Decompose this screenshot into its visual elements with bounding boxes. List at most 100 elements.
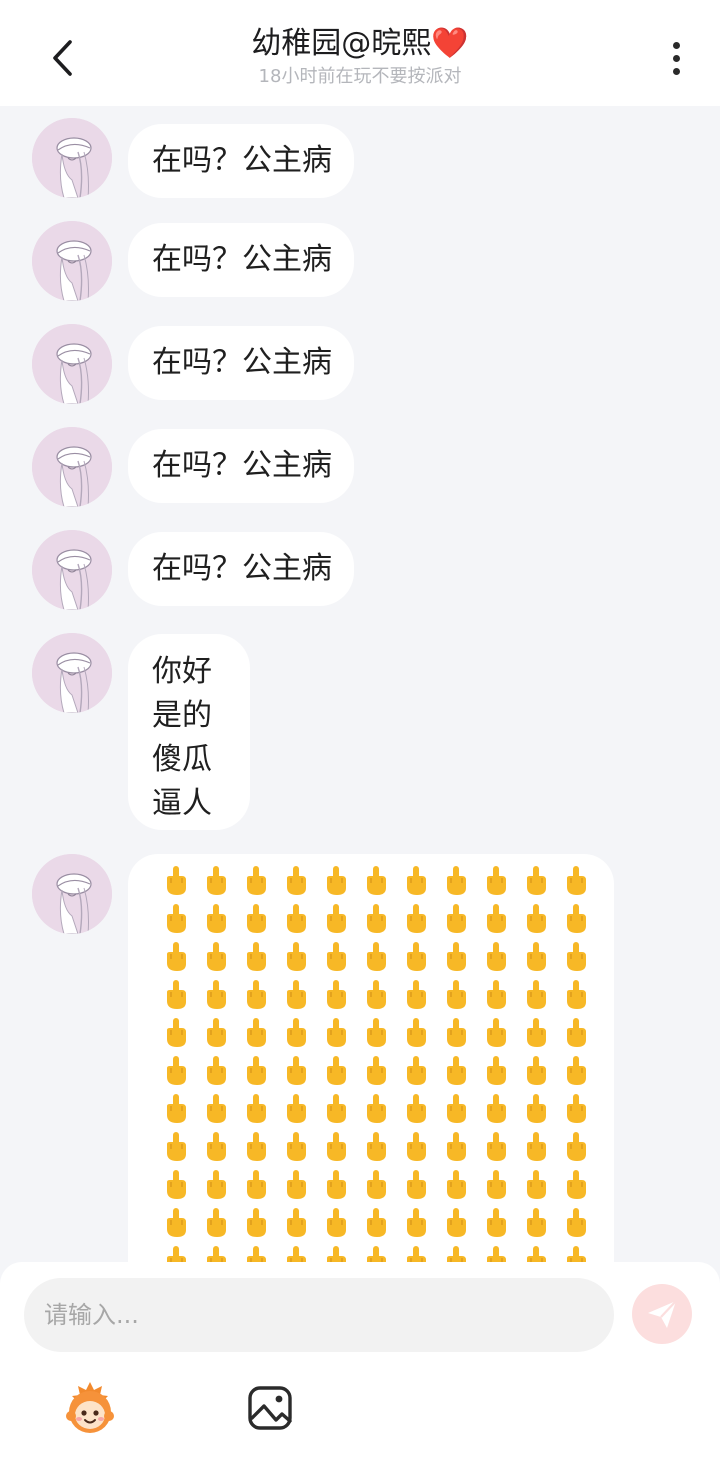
middle-finger-emoji: [196, 1128, 236, 1166]
middle-finger-emoji: [196, 938, 236, 976]
more-dots-icon: [672, 41, 680, 49]
send-button[interactable]: [632, 1284, 692, 1344]
middle-finger-emoji: [236, 900, 276, 938]
middle-finger-emoji: [276, 938, 316, 976]
middle-finger-emoji: [476, 1052, 516, 1090]
avatar-portrait-icon: [32, 221, 112, 301]
middle-finger-emoji: [316, 938, 356, 976]
middle-finger-emoji: [276, 900, 316, 938]
middle-finger-emoji: [516, 900, 556, 938]
middle-finger-emoji: [156, 1090, 196, 1128]
middle-finger-emoji: [436, 1166, 476, 1204]
chat-header: 幼稚园@晥熙❤️ 18小时前在玩不要按派对: [0, 0, 720, 106]
emoji-message-bubble: [128, 854, 614, 1266]
middle-finger-emoji: [316, 1166, 356, 1204]
middle-finger-emoji: [156, 976, 196, 1014]
middle-finger-emoji: [436, 976, 476, 1014]
middle-finger-emoji: [276, 862, 316, 900]
middle-finger-emoji: [236, 1014, 276, 1052]
middle-finger-emoji: [556, 900, 596, 938]
message-line: 傻瓜: [152, 742, 212, 777]
middle-finger-emoji: [436, 900, 476, 938]
chat-title-block: 幼稚园@晥熙❤️ 18小时前在玩不要按派对: [140, 24, 580, 90]
middle-finger-emoji: [156, 1128, 196, 1166]
middle-finger-emoji: [156, 938, 196, 976]
middle-finger-emoji: [316, 862, 356, 900]
more-options-button[interactable]: [660, 36, 692, 80]
image-icon: [248, 1386, 292, 1430]
middle-finger-emoji: [476, 900, 516, 938]
back-button[interactable]: [40, 34, 84, 82]
middle-finger-emoji: [516, 1128, 556, 1166]
middle-finger-emoji: [316, 900, 356, 938]
middle-finger-emoji: [436, 1090, 476, 1128]
message-list[interactable]: 在吗？公主病 在吗？公主病 在吗？公主病 在吗？公主病 在吗？公主病 你好 是的…: [0, 106, 720, 1266]
middle-finger-emoji: [476, 1090, 516, 1128]
avatar-portrait-icon: [32, 427, 112, 507]
middle-finger-emoji: [556, 1090, 596, 1128]
avatar[interactable]: [32, 854, 112, 934]
middle-finger-emoji: [236, 1204, 276, 1242]
sticker-button[interactable]: [60, 1378, 120, 1438]
middle-finger-emoji: [436, 1052, 476, 1090]
back-arrow-icon: [53, 40, 72, 76]
middle-finger-emoji: [476, 1166, 516, 1204]
avatar[interactable]: [32, 427, 112, 507]
middle-finger-emoji: [396, 1128, 436, 1166]
middle-finger-emoji: [516, 1090, 556, 1128]
middle-finger-emoji: [276, 1052, 316, 1090]
middle-finger-emoji: [396, 938, 436, 976]
middle-finger-emoji: [316, 1128, 356, 1166]
avatar-portrait-icon: [32, 118, 112, 198]
message-input[interactable]: [24, 1278, 614, 1352]
middle-finger-emoji: [396, 1052, 436, 1090]
middle-finger-emoji: [476, 976, 516, 1014]
message-line: 逼人: [152, 786, 212, 821]
avatar-portrait-icon: [32, 633, 112, 713]
middle-finger-emoji: [556, 1166, 596, 1204]
middle-finger-emoji: [556, 1128, 596, 1166]
middle-finger-emoji: [356, 1204, 396, 1242]
image-button[interactable]: [246, 1384, 294, 1432]
message-bubble-multiline: 你好 是的 傻瓜 逼人: [128, 634, 250, 830]
message-bubble: 在吗？公主病: [128, 223, 354, 297]
avatar[interactable]: [32, 221, 112, 301]
middle-finger-emoji: [156, 1204, 196, 1242]
middle-finger-emoji: [556, 1014, 596, 1052]
avatar[interactable]: [32, 118, 112, 198]
middle-finger-emoji: [156, 1014, 196, 1052]
middle-finger-emoji: [396, 862, 436, 900]
middle-finger-emoji: [396, 1204, 436, 1242]
middle-finger-emoji: [356, 1166, 396, 1204]
avatar[interactable]: [32, 633, 112, 713]
middle-finger-emoji: [236, 1166, 276, 1204]
middle-finger-emoji: [236, 1052, 276, 1090]
message-input-box[interactable]: [24, 1278, 614, 1352]
middle-finger-emoji: [356, 976, 396, 1014]
middle-finger-emoji: [516, 1052, 556, 1090]
middle-finger-emoji: [236, 862, 276, 900]
middle-finger-emoji: [476, 1128, 516, 1166]
avatar[interactable]: [32, 324, 112, 404]
middle-finger-emoji: [196, 1090, 236, 1128]
message-line: 你好: [152, 654, 212, 689]
middle-finger-emoji: [556, 938, 596, 976]
avatar-portrait-icon: [32, 530, 112, 610]
middle-finger-emoji: [436, 1128, 476, 1166]
middle-finger-emoji: [516, 862, 556, 900]
middle-finger-emoji: [516, 1166, 556, 1204]
middle-finger-emoji: [196, 976, 236, 1014]
avatar[interactable]: [32, 530, 112, 610]
middle-finger-emoji: [556, 1052, 596, 1090]
middle-finger-emoji: [356, 1128, 396, 1166]
message-bubble: 在吗？公主病: [128, 429, 354, 503]
chat-title: 幼稚园@晥熙❤️: [251, 26, 469, 61]
middle-finger-emoji: [196, 900, 236, 938]
message-bubble: 在吗？公主病: [128, 326, 354, 400]
middle-finger-emoji: [476, 1014, 516, 1052]
middle-finger-emoji: [156, 900, 196, 938]
middle-finger-emoji: [556, 1204, 596, 1242]
sticker-mascot-icon: [66, 1382, 114, 1433]
middle-finger-emoji: [396, 1166, 436, 1204]
middle-finger-emoji: [196, 1204, 236, 1242]
